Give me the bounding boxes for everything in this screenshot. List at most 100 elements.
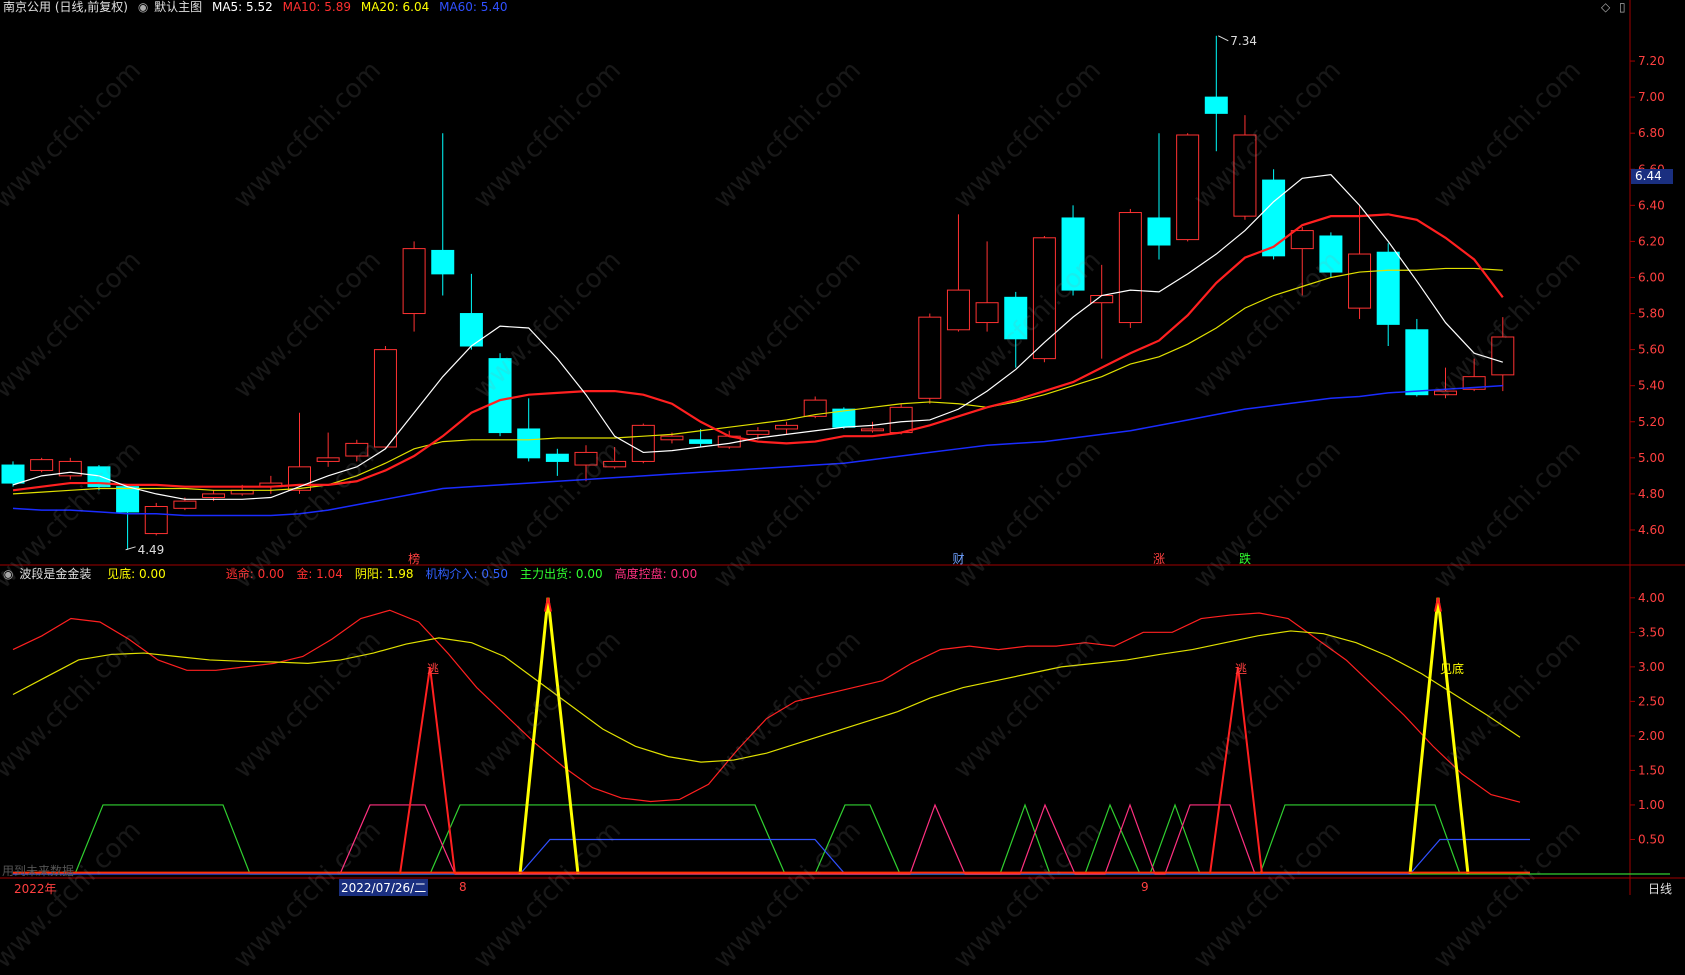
candle-body [431,249,455,275]
price-tick-label: 7.00 [1638,90,1665,104]
bottom-spike [518,597,580,875]
zhuli-line [13,804,1670,875]
date-bar: 2022年 2022/07/26/二 8 9 [0,879,1630,896]
price-tick-label: 5.00 [1638,451,1665,465]
candle-body [1004,296,1028,340]
candle-body [889,406,913,434]
candle-body [1118,212,1142,324]
candle-body [918,316,942,399]
gold-line [12,609,1521,803]
sub-tick-label: 1.00 [1638,798,1665,812]
ma20-label: MA20: 6.04 [360,0,430,14]
candle-body [488,358,512,434]
sub-tick-label: 3.50 [1638,625,1665,639]
price-tick-label: 6.00 [1638,270,1665,284]
candle-body [746,430,770,435]
candle-body [775,424,799,430]
event-marker: 榜 [408,551,420,566]
collapse-icon[interactable]: ◉ [3,567,13,581]
candle-body [1061,217,1085,291]
chart-stage: 7.207.006.806.606.406.206.005.805.605.40… [0,0,1685,975]
ma20-line [12,267,1503,495]
sub-indicator-0: 见底: 0.00 [107,567,166,581]
sub-indicator-4: 机构介入: 0.50 [425,567,509,581]
yinyang-line [12,630,1521,763]
candle-body [1319,235,1343,273]
candle-body [173,500,197,509]
candle-body [975,302,999,324]
template-name[interactable]: 默认主图 [154,0,202,14]
candle-body [116,486,140,513]
diamond-icon[interactable]: ◇ [1601,0,1610,14]
candle-body [603,460,627,468]
jigou-line [13,838,1530,875]
candle-body [1032,237,1056,360]
sub-tick-label: 3.00 [1638,660,1665,674]
sub-tick-label: 2.00 [1638,729,1665,743]
escape-spike [1209,666,1263,875]
escape-label: 逃 [1235,662,1247,676]
candle-body [689,439,713,444]
candle-body [1405,329,1429,396]
candle-body [946,289,970,331]
bottom-spike [1408,597,1470,875]
escape-label: 逃 [427,662,439,676]
candle-body [517,428,541,459]
event-marker: 跌 [1239,551,1251,566]
candle-body [1262,179,1286,257]
candle-body [1147,217,1171,246]
high-price-label: 7.34 [1230,34,1257,48]
indicator-title[interactable]: 波段是金金装 [19,567,91,581]
candle-body [1,464,25,484]
candle-body [1176,134,1200,241]
sub-tick-label: 2.50 [1638,694,1665,708]
ma60-label: MA60: 5.40 [439,0,508,14]
event-marker: 涨 [1153,551,1165,566]
candle-body [30,459,54,471]
candle-body [402,248,426,315]
candle-body [861,428,884,432]
candle-body [1290,230,1314,250]
sub-indicator-2: 金: 1.04 [296,567,343,581]
candle-body [1348,253,1372,309]
candle-body [1233,134,1257,217]
cursor-date[interactable]: 2022/07/26/二 [339,879,429,896]
candle-body [1376,251,1400,325]
sub-tick-label: 1.50 [1638,763,1665,777]
price-tick-label: 4.60 [1638,523,1665,537]
ma10-label: MA10: 5.89 [282,0,352,14]
sub-indicator-3: 阴阳: 1.98 [354,567,414,581]
kline-chart[interactable]: 7.207.006.806.606.406.206.005.805.605.40… [0,0,1685,895]
candle-body [545,453,569,462]
sub-indicator-1: 逃命: 0.00 [225,567,285,581]
price-tick-label: 6.80 [1638,126,1665,140]
period-label[interactable]: 日线 [1648,880,1672,897]
candle-body [373,349,397,448]
price-tick-label: 6.40 [1638,198,1665,212]
candle-body [660,435,684,441]
month-8-label: 8 [459,880,467,894]
candle-body [144,506,168,535]
candle-body [574,451,598,466]
event-marker: 财 [952,552,964,566]
candle-body [202,493,226,499]
current-price-tag: 6.44 [1631,169,1673,184]
settings-circle-icon[interactable]: ◉ [138,0,148,14]
panel-toggle-icon[interactable]: ▯ [1619,0,1626,14]
year-label: 2022年 [14,882,57,896]
price-tick-label: 5.40 [1638,379,1665,393]
bottom-label: 见底 [1440,661,1464,676]
sub-indicator-6: 高度控盘: 0.00 [614,567,698,581]
price-tick-label: 5.20 [1638,415,1665,429]
candle-body [345,442,369,457]
candle-body [631,424,655,462]
main-header: 南京公用 (日线,前复权) ◉ 默认主图 MA5: 5.52 MA10: 5.8… [3,0,508,14]
sub-indicator-5: 主力出货: 0.00 [520,567,603,581]
sub-tick-label: 0.50 [1638,832,1665,846]
ma60-line [12,384,1503,517]
price-tick-label: 7.20 [1638,54,1665,68]
month-9-label: 9 [1141,880,1149,894]
sub-tick-label: 4.00 [1638,591,1665,605]
price-tick-label: 6.20 [1638,234,1665,248]
price-tick-label: 5.60 [1638,343,1665,357]
